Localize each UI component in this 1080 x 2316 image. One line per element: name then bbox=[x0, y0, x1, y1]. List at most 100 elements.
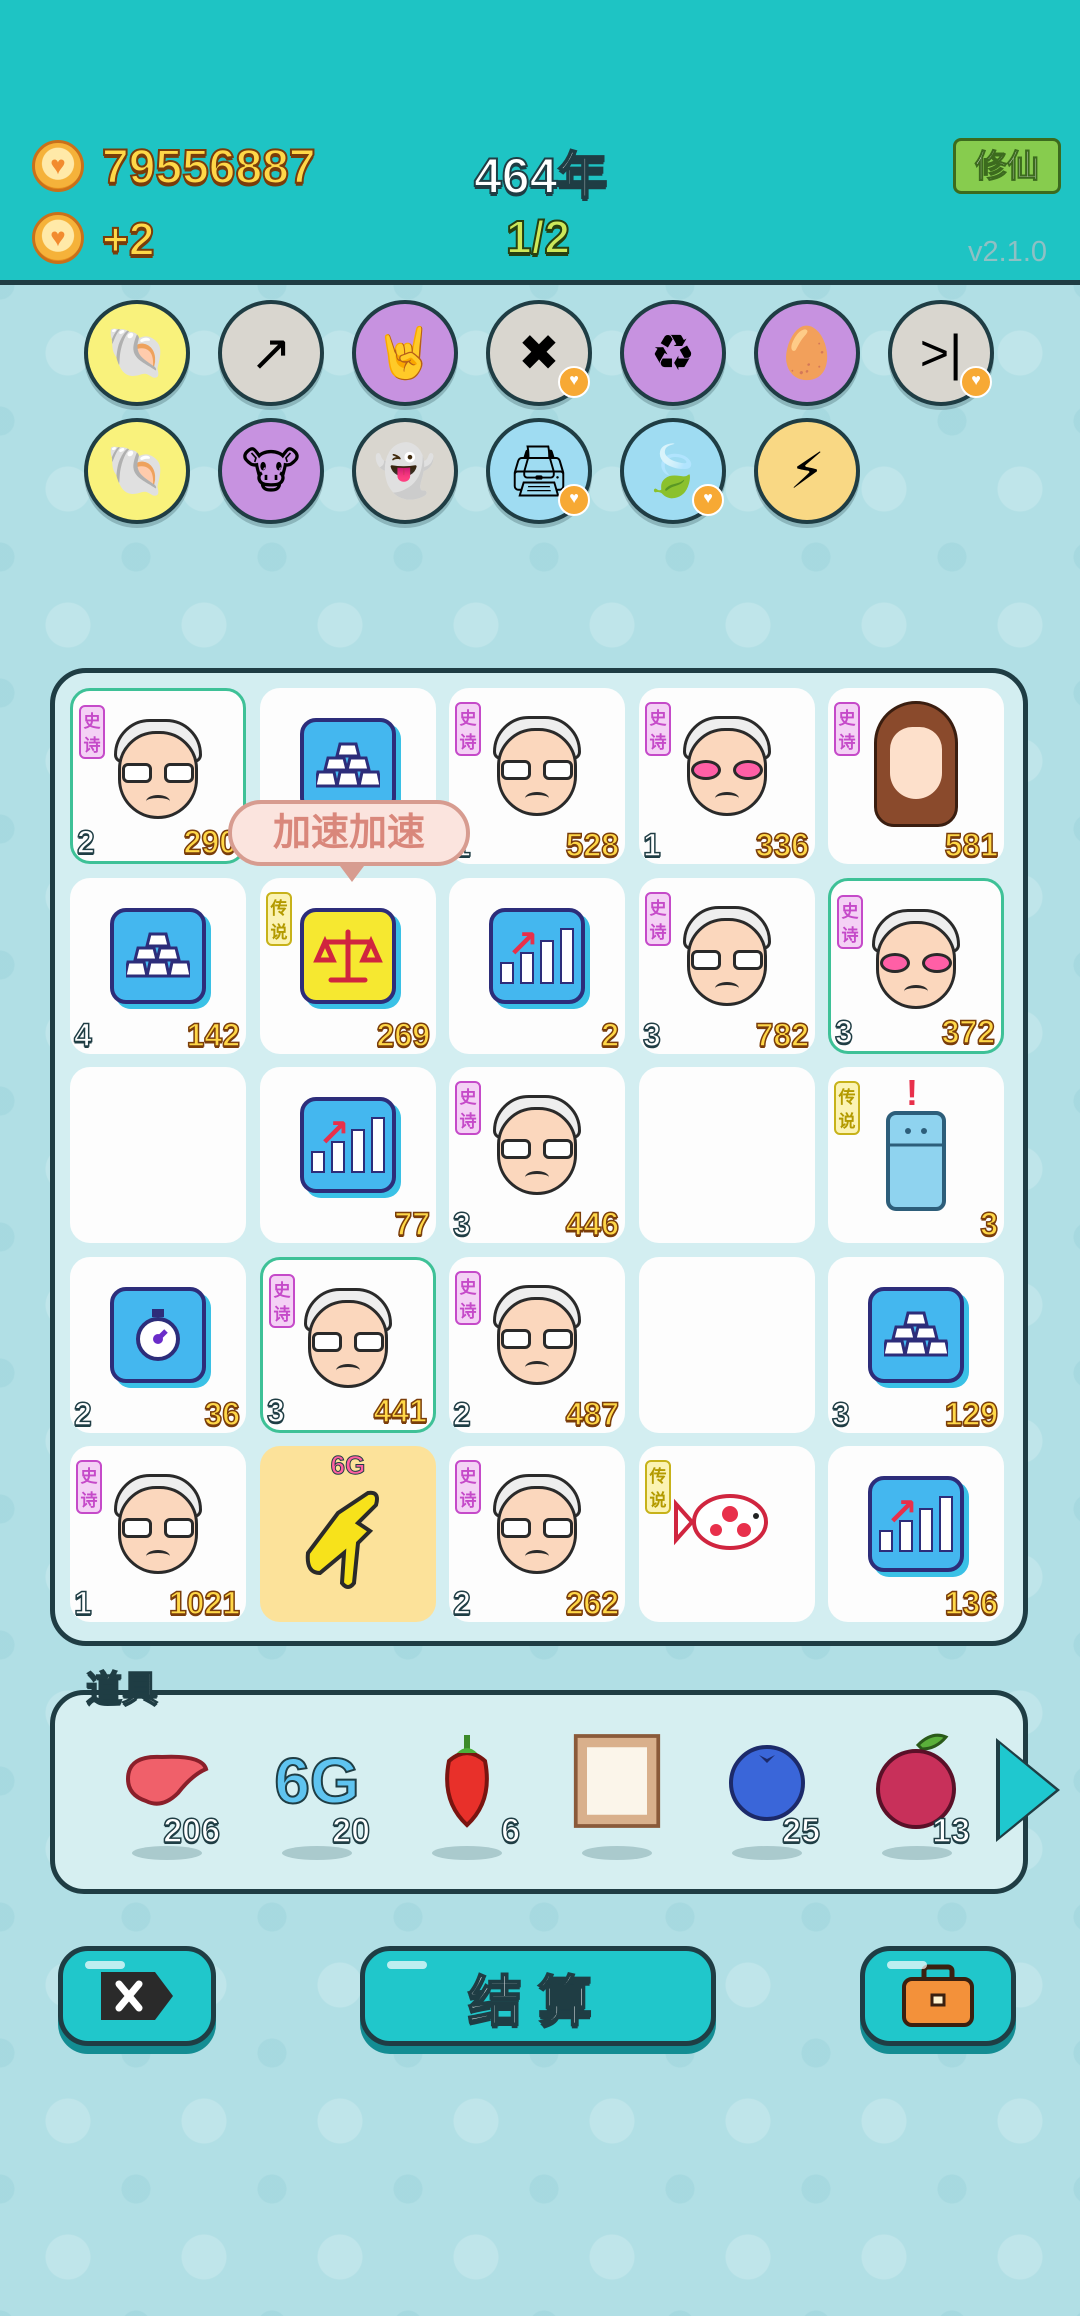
board-cell[interactable]: 史诗 2 290 bbox=[70, 688, 246, 864]
lychee-item[interactable]: 13 bbox=[860, 1726, 971, 1866]
chevron-right-icon[interactable] bbox=[1000, 1744, 1056, 1836]
cell-level: 1 bbox=[73, 1584, 92, 1622]
item-count: 206 bbox=[163, 1811, 221, 1851]
egg-skill-button[interactable]: 🥚 bbox=[754, 300, 860, 406]
old-man-icon bbox=[487, 1089, 587, 1201]
board-cell[interactable]: 6G bbox=[260, 1446, 436, 1622]
timer-icon bbox=[110, 1287, 206, 1383]
epic-tag: 史诗 bbox=[76, 1460, 102, 1514]
board-cell[interactable]: 史诗 3 782 bbox=[639, 878, 815, 1054]
board-cell[interactable]: ! 传说 3 bbox=[828, 1067, 1004, 1243]
board-cell[interactable]: 史诗 2 262 bbox=[449, 1446, 625, 1622]
liver-item[interactable]: 206 bbox=[110, 1726, 221, 1866]
wave-progress: 1/2 bbox=[505, 210, 571, 264]
cell-level: 3 bbox=[266, 1392, 285, 1430]
cell-level: 2 bbox=[452, 1395, 471, 1433]
delete-icon bbox=[101, 1972, 173, 2020]
board-cell[interactable] bbox=[639, 1257, 815, 1433]
board-cell[interactable]: 史诗 1 1021 bbox=[70, 1446, 246, 1622]
board-cell[interactable]: ↗ 77 bbox=[260, 1067, 436, 1243]
shell-icon: 🐚 bbox=[105, 324, 169, 381]
board-cell[interactable]: 史诗 3 372 bbox=[828, 878, 1004, 1054]
chart-icon: ↗ bbox=[868, 1476, 964, 1572]
settle-button[interactable]: 结算 bbox=[360, 1946, 716, 2046]
board-cell[interactable]: 4 142 bbox=[70, 878, 246, 1054]
shell-icon: 🐚 bbox=[105, 442, 169, 499]
item-count: 6 bbox=[500, 1811, 520, 1851]
frame-item[interactable] bbox=[560, 1726, 670, 1866]
coin-income: +2 bbox=[101, 212, 155, 266]
cell-count: 581 bbox=[944, 826, 999, 864]
cell-count: 36 bbox=[204, 1395, 241, 1433]
board-cell[interactable]: 史诗1528 bbox=[449, 688, 625, 864]
koi-fish-icon bbox=[672, 1482, 782, 1567]
skip-icon: >| bbox=[919, 325, 963, 381]
epic-tag: 史诗 bbox=[645, 892, 671, 946]
shell-skill-button[interactable]: 🐚 bbox=[84, 418, 190, 524]
cell-count: 129 bbox=[944, 1395, 999, 1433]
heart-badge-icon: ♥ bbox=[558, 366, 590, 398]
6g-item[interactable]: 6G 20 bbox=[260, 1726, 371, 1866]
item-shadow bbox=[582, 1846, 652, 1860]
cell-level: 3 bbox=[831, 1395, 850, 1433]
cell-level: 3 bbox=[452, 1205, 471, 1243]
cell-count: 3 bbox=[979, 1205, 998, 1243]
board-cell[interactable]: 传说 269 bbox=[260, 878, 436, 1054]
cell-icon bbox=[70, 1275, 246, 1395]
board-cell[interactable]: 史诗 1 336 bbox=[639, 688, 815, 864]
board-cell[interactable]: ↗ 2 bbox=[449, 878, 625, 1054]
chili-icon bbox=[422, 1726, 512, 1836]
heart-badge-icon: ♥ bbox=[558, 484, 590, 516]
remove-button[interactable] bbox=[58, 1946, 216, 2046]
ghost-skill-button[interactable]: 👻 bbox=[352, 418, 458, 524]
cell-level: 2 bbox=[76, 823, 95, 861]
board-cell[interactable]: 史诗 3 446 bbox=[449, 1067, 625, 1243]
board-cell[interactable]: 史诗 3 441 bbox=[260, 1257, 436, 1433]
board-cell[interactable] bbox=[70, 1067, 246, 1243]
board-cell[interactable]: 3 129 bbox=[828, 1257, 1004, 1433]
printer-skill-button[interactable]: 🖨 ♥ bbox=[486, 418, 592, 524]
svg-text:!: ! bbox=[906, 1075, 918, 1113]
old-man-icon bbox=[866, 903, 966, 1015]
blueberry-item[interactable]: 25 bbox=[710, 1726, 821, 1866]
epic-tag: 史诗 bbox=[837, 895, 863, 949]
cell-icon: ↗ bbox=[260, 1085, 436, 1205]
cell-count: 1021 bbox=[168, 1584, 241, 1622]
board-cell[interactable]: 传说 bbox=[639, 1446, 815, 1622]
items-title: 道具 bbox=[85, 1667, 159, 1710]
epic-tag: 史诗 bbox=[455, 1460, 481, 1514]
cell-count: 262 bbox=[565, 1584, 620, 1622]
recycle-skill-button[interactable]: ♻ bbox=[620, 300, 726, 406]
cell-count: 372 bbox=[941, 1013, 996, 1051]
delete-skill-button[interactable]: ✖ ♥ bbox=[486, 300, 592, 406]
epic-tag: 史诗 bbox=[455, 702, 481, 756]
rock-hand-skill-button[interactable]: 🤘 bbox=[352, 300, 458, 406]
leaf-skill-button[interactable]: 🍃 ♥ bbox=[620, 418, 726, 524]
arrow-card-skill-button[interactable]: ↗ bbox=[218, 300, 324, 406]
settle-label: 结算 bbox=[467, 1971, 608, 2033]
chili-item[interactable]: 6 bbox=[410, 1726, 521, 1866]
cell-count: 782 bbox=[755, 1016, 810, 1054]
gold-icon bbox=[868, 1287, 964, 1383]
cell-count: 336 bbox=[755, 826, 810, 864]
board-cell[interactable] bbox=[639, 1067, 815, 1243]
board-cell[interactable]: 史诗 2 487 bbox=[449, 1257, 625, 1433]
cell-icon: ↗ bbox=[449, 896, 625, 1016]
lightning-skill-button[interactable]: ⚡ bbox=[754, 418, 860, 524]
cell-count: 142 bbox=[186, 1016, 241, 1054]
frame-icon bbox=[572, 1726, 662, 1836]
version-label: v2.1.0 bbox=[968, 236, 1047, 268]
coin-total: 79556887 bbox=[101, 140, 317, 195]
shell-skill-button[interactable]: 🐚 bbox=[84, 300, 190, 406]
board-cell[interactable]: 2 36 bbox=[70, 1257, 246, 1433]
bag-button[interactable] bbox=[860, 1946, 1016, 2046]
epic-tag: 史诗 bbox=[455, 1271, 481, 1325]
board-cell[interactable]: 史诗 581 bbox=[828, 688, 1004, 864]
cultivate-button[interactable]: 修仙 bbox=[953, 138, 1061, 194]
skip-skill-button[interactable]: >| ♥ bbox=[888, 300, 994, 406]
heart-badge-icon: ♥ bbox=[960, 366, 992, 398]
chart-icon: ↗ bbox=[489, 908, 585, 1004]
board-cell[interactable]: ↗ 136 bbox=[828, 1446, 1004, 1622]
cow-card-skill-button[interactable]: 🐮 bbox=[218, 418, 324, 524]
item-count: 25 bbox=[781, 1811, 820, 1851]
